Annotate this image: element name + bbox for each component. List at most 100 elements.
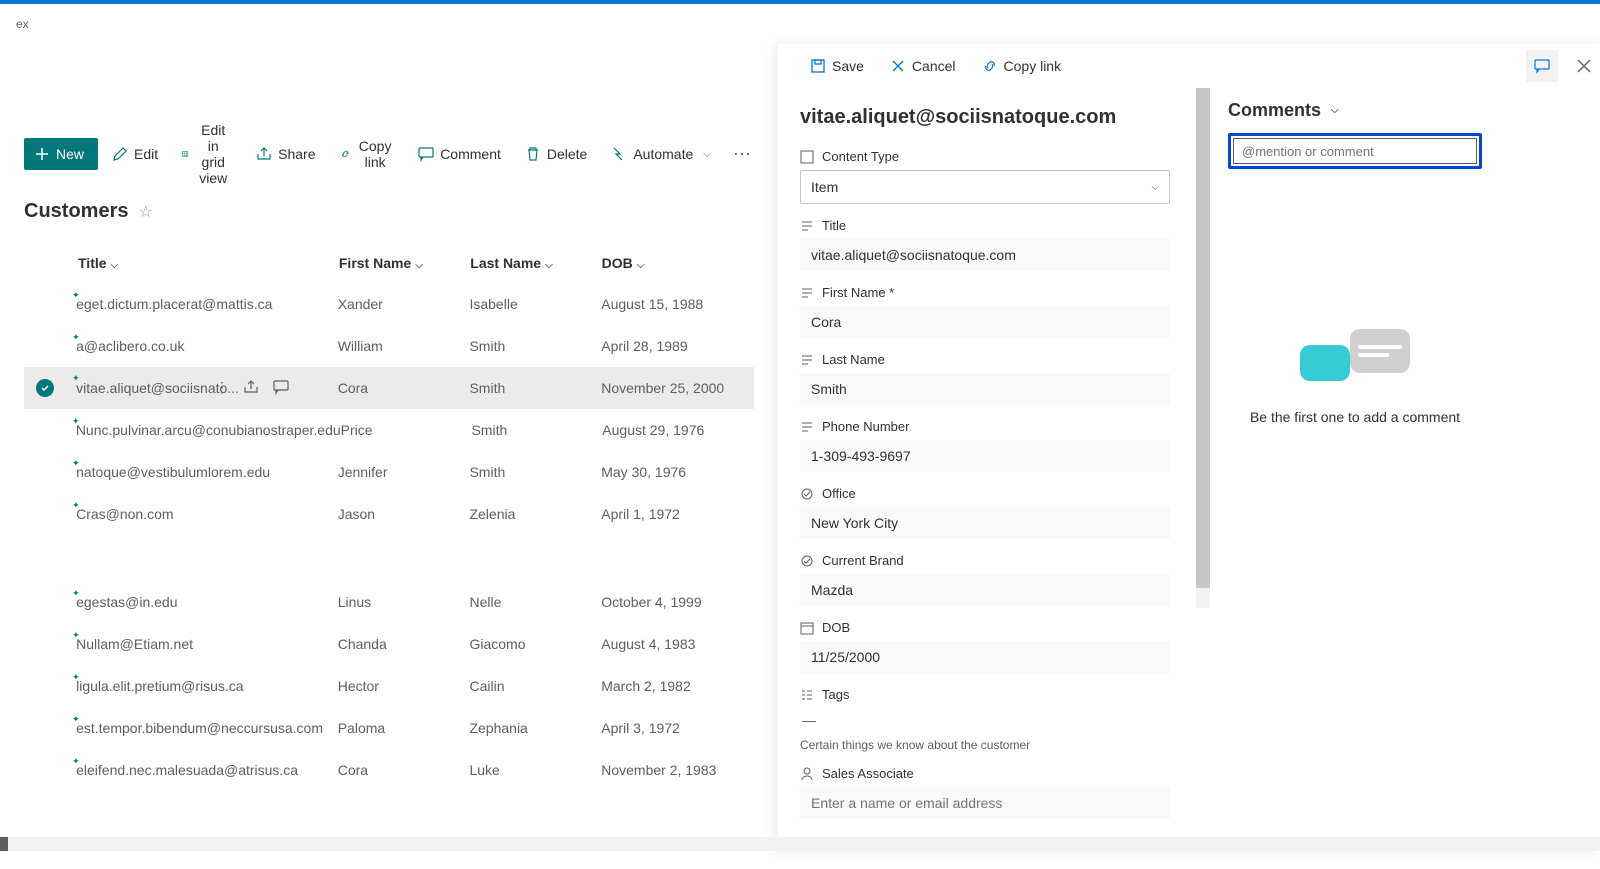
col-title[interactable]: Title⌵ (78, 255, 339, 271)
title-input[interactable] (800, 239, 1170, 271)
new-indicator-icon: ✦ (72, 290, 80, 301)
table-row[interactable]: ✦Nullam@Etiam.netChandaGiacomoAugust 4, … (24, 623, 754, 665)
horizontal-scrollbar[interactable] (0, 837, 1600, 851)
table-row[interactable]: ✦vitae.aliquet@sociisnato...⋮CoraSmithNo… (24, 367, 754, 409)
first-name-input[interactable] (800, 306, 1170, 338)
row-first-name: Cora (338, 380, 470, 396)
new-button[interactable]: New (24, 138, 98, 170)
share-icon[interactable] (243, 379, 259, 398)
new-indicator-icon: ✦ (72, 588, 80, 599)
row-title: est.tempor.bibendum@neccursusa.com (76, 720, 323, 736)
command-bar: New Edit Edit in grid view Share Copy li… (24, 132, 754, 176)
new-indicator-icon: ✦ (72, 500, 80, 511)
row-first-name: Paloma (338, 720, 470, 736)
more-button[interactable]: ⋯ (725, 138, 759, 170)
comment-input-highlight (1228, 133, 1482, 169)
new-indicator-icon: ✦ (72, 373, 80, 384)
chevron-down-icon: ⌵ (415, 260, 423, 271)
panel-copy-link-button[interactable]: Copy link (972, 50, 1072, 82)
row-dob: August 29, 1976 (602, 422, 754, 438)
row-first-name: Cora (338, 762, 470, 778)
text-icon (800, 420, 814, 434)
dob-input[interactable] (800, 641, 1170, 673)
comment-input[interactable] (1233, 138, 1477, 164)
table-row[interactable]: ✦natoque@vestibulumlorem.eduJenniferSmit… (24, 451, 754, 493)
chevron-down-icon: ⌵ (637, 260, 645, 271)
form-scroll[interactable]: Content Type Item⌵ Title First Name * La… (800, 149, 1202, 869)
row-last-name: Smith (471, 422, 602, 438)
toggle-comments-button[interactable] (1526, 50, 1558, 82)
row-title: egestas@in.edu (76, 594, 177, 610)
col-first-name[interactable]: First Name⌵ (339, 255, 470, 271)
chevron-down-icon: ⌵ (703, 149, 711, 160)
edit-grid-button[interactable]: Edit in grid view (172, 138, 242, 170)
row-title: Nunc.pulvinar.arcu@conubianostraper.edu (76, 422, 341, 438)
table-row[interactable]: ✦Cras@non.comJasonZeleniaApril 1, 1972 (24, 493, 754, 535)
col-last-name[interactable]: Last Name⌵ (470, 255, 601, 271)
row-dob: November 25, 2000 (601, 380, 754, 396)
person-icon (800, 767, 814, 781)
row-first-name: Jason (338, 506, 470, 522)
choice-icon (800, 487, 814, 501)
sales-associate-input[interactable] (800, 787, 1170, 819)
table-row[interactable]: ✦Nunc.pulvinar.arcu@conubianostraper.edu… (24, 409, 754, 451)
row-dob: October 4, 1999 (601, 594, 754, 610)
text-icon (800, 286, 814, 300)
office-input[interactable] (800, 507, 1170, 539)
share-button[interactable]: Share (246, 138, 325, 170)
row-dob: August 15, 1988 (601, 296, 754, 312)
edit-button[interactable]: Edit (102, 138, 168, 170)
tags-icon (800, 688, 814, 702)
row-last-name: Nelle (469, 594, 601, 610)
new-indicator-icon: ✦ (72, 630, 80, 641)
row-first-name: Linus (338, 594, 470, 610)
row-dob: April 1, 1972 (601, 506, 754, 522)
cancel-button[interactable]: Cancel (880, 50, 966, 82)
automate-button[interactable]: Automate ⌵ (601, 138, 721, 170)
phone-input[interactable] (800, 440, 1170, 472)
suite-tab[interactable]: ex (8, 15, 37, 33)
delete-button[interactable]: Delete (515, 138, 597, 170)
table-row[interactable]: ✦ligula.elit.pretium@risus.caHectorCaili… (24, 665, 754, 707)
comment-icon[interactable] (273, 379, 289, 398)
text-icon (800, 219, 814, 233)
tags-description: Certain things we know about the custome… (800, 738, 1198, 752)
row-dob: April 3, 1972 (601, 720, 754, 736)
save-button[interactable]: Save (800, 50, 874, 82)
new-indicator-icon: ✦ (72, 332, 80, 343)
row-title: a@aclibero.co.uk (76, 338, 184, 354)
row-title: eget.dictum.placerat@mattis.ca (76, 296, 272, 312)
col-dob[interactable]: DOB⌵ (602, 255, 754, 271)
table-row[interactable]: ✦a@aclibero.co.ukWilliamSmithApril 28, 1… (24, 325, 754, 367)
row-dob: May 30, 1976 (601, 464, 754, 480)
brand-input[interactable] (800, 574, 1170, 606)
row-first-name: Chanda (338, 636, 470, 652)
close-panel-button[interactable] (1568, 50, 1600, 82)
table-row[interactable]: ✦eget.dictum.placerat@mattis.caXanderIsa… (24, 283, 754, 325)
table-row[interactable]: ✦egestas@in.edu LinusNelleOctober 4, 1999 (24, 581, 754, 623)
row-title: Nullam@Etiam.net (76, 636, 193, 652)
panel-scrollbar[interactable] (1196, 88, 1210, 608)
panel-command-bar: Save Cancel Copy link (800, 44, 1202, 88)
row-last-name: Zephania (469, 720, 601, 736)
new-indicator-icon: ✦ (72, 714, 80, 725)
chevron-down-icon: ⌵ (545, 260, 553, 271)
copy-link-button[interactable]: Copy link (330, 138, 405, 170)
row-last-name: Zelenia (469, 506, 601, 522)
favorite-star-icon[interactable]: ☆ (138, 202, 152, 222)
table-row[interactable]: ✦eleifend.nec.malesuada@atrisus.caCoraLu… (24, 749, 754, 791)
row-dob: April 28, 1989 (601, 338, 754, 354)
row-more-icon[interactable]: ⋮ (215, 379, 229, 398)
row-first-name: Price (341, 422, 472, 438)
last-name-input[interactable] (800, 373, 1170, 405)
text-icon (800, 353, 814, 367)
row-last-name: Smith (469, 464, 601, 480)
new-indicator-icon: ✦ (72, 672, 80, 683)
comments-heading[interactable]: Comments ⌵ (1228, 100, 1482, 121)
comments-empty-text: Be the first one to add a comment (1250, 409, 1460, 425)
row-dob: August 4, 1983 (601, 636, 754, 652)
row-first-name: William (338, 338, 470, 354)
table-row[interactable]: ✦est.tempor.bibendum@neccursusa.com Palom… (24, 707, 754, 749)
content-type-select[interactable]: Item⌵ (800, 170, 1170, 204)
comment-button[interactable]: Comment (408, 138, 511, 170)
